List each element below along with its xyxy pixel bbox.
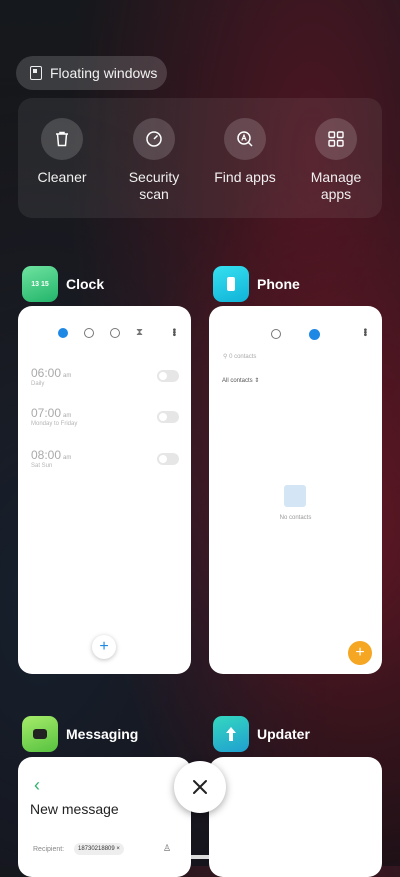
find-apps-label: Find apps [214,169,276,185]
speedometer-icon [133,118,175,160]
phone-app-name: Phone [257,276,300,292]
clock-tabs: ⧗ [58,328,143,338]
stopwatch-tab-icon[interactable] [110,328,120,338]
alarm-toggle[interactable] [157,370,179,382]
new-message-title: New message [30,801,119,817]
alarm-tab-icon[interactable] [58,328,68,338]
phone-glyph-icon [227,277,235,291]
chat-glyph-icon [33,729,47,739]
updater-app-name: Updater [257,726,310,742]
more-options-icon[interactable]: ••• [359,328,370,336]
messaging-app-name: Messaging [66,726,139,742]
add-alarm-button[interactable]: + [92,635,116,659]
trash-icon [41,118,83,160]
call-log-tab-icon[interactable] [271,329,281,339]
clock-tab-icon[interactable] [84,328,94,338]
add-contact-icon[interactable]: ♙ [163,843,171,854]
chevron-updown-icon: ⇕ [254,378,260,384]
manage-apps-button[interactable]: Manage apps [296,118,376,203]
home-indicator[interactable] [127,855,273,859]
clock-app-name: Clock [66,276,105,292]
arrow-up-icon [226,727,236,741]
find-apps-button[interactable]: Find apps [205,118,285,186]
alarm-toggle[interactable] [157,411,179,423]
clock-app-icon: 13 15 [22,266,58,302]
messaging-app-header[interactable]: Messaging [22,716,138,752]
empty-contacts-label: No contacts [279,515,312,521]
cleaner-label: Cleaner [37,169,87,185]
security-scan-button[interactable]: Security scan [114,118,194,203]
search-icon: ⚲ [223,354,228,360]
updater-app-header[interactable]: Updater [213,716,310,752]
back-icon[interactable]: ‹ [34,775,40,796]
updater-app-card[interactable] [209,757,382,877]
security-scan-label: Security scan [128,169,180,202]
clock-app-header[interactable]: 13 15 Clock [22,266,104,302]
close-icon [193,780,207,794]
window-icon [30,66,42,80]
recipient-chip[interactable]: 18730218809 × [74,843,124,855]
cleaner-button[interactable]: Cleaner [22,118,102,186]
close-all-button[interactable] [174,761,226,813]
search-apps-icon [224,118,266,160]
messaging-app-icon [22,716,58,752]
recipient-label: Recipient: [33,846,65,853]
grid-icon [315,118,357,160]
phone-app-icon [213,266,249,302]
contacts-tab-icon[interactable] [309,329,320,340]
empty-contacts-icon [284,485,306,507]
more-options-icon[interactable]: ••• [168,328,179,336]
contacts-search[interactable]: ⚲ 0 contacts [223,353,256,360]
floating-windows-label: Floating windows [50,65,158,81]
updater-app-icon [213,716,249,752]
phone-app-header[interactable]: Phone [213,266,300,302]
quick-actions-panel: Cleaner Security scan Find apps Manage a… [18,98,382,218]
messaging-app-card[interactable]: ‹ New message Recipient: 18730218809 × ♙ [18,757,191,877]
phone-app-card[interactable]: ••• ⚲ 0 contacts All contacts ⇕ No conta… [209,306,382,674]
timer-tab-icon[interactable]: ⧗ [136,328,143,338]
floating-windows-button[interactable]: Floating windows [16,56,167,90]
clock-app-card[interactable]: ⧗ ••• 06:00 am Daily 07:00 am Monday to Fr… [18,306,191,674]
add-contact-button[interactable]: + [348,641,372,665]
contacts-filter[interactable]: All contacts ⇕ [222,377,259,384]
alarm-toggle[interactable] [157,453,179,465]
manage-apps-label: Manage apps [310,169,362,202]
